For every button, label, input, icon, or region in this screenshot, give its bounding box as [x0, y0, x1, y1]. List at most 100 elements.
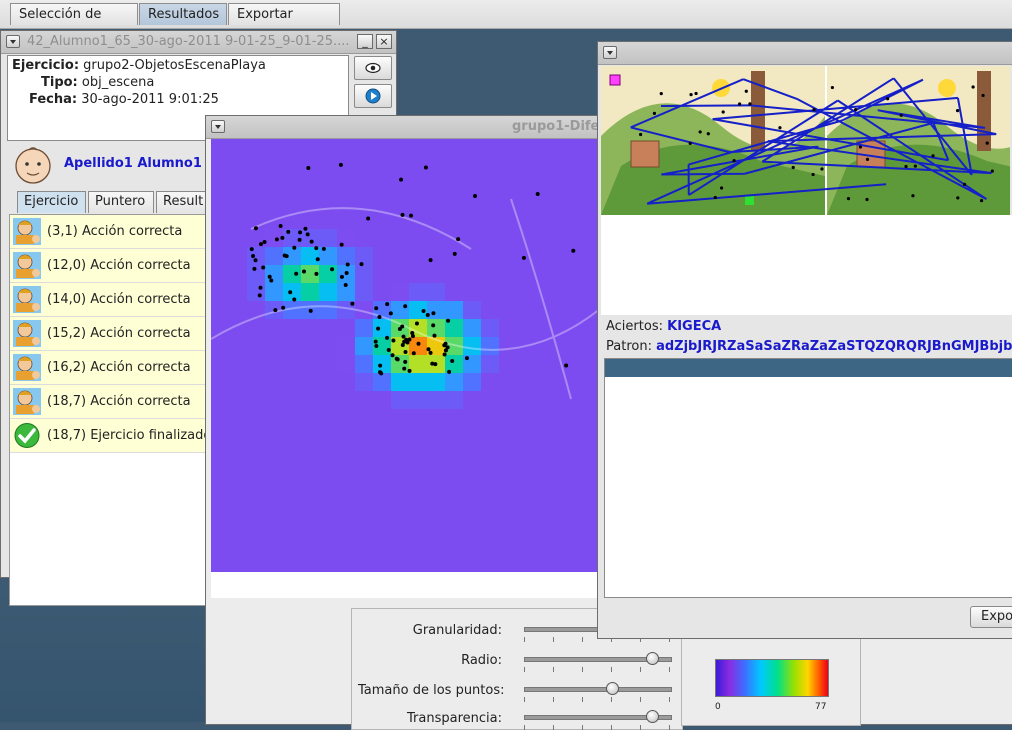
heatmap-window-title: grupo1-Dife — [512, 119, 600, 134]
transparency-slider-knob[interactable] — [646, 710, 660, 723]
slider-tick — [582, 725, 583, 730]
type-value: obj_escena — [81, 75, 155, 90]
log-window-titlebar[interactable]: 42_Alumno1_65_30-ago-2011 9-01-25_9-01-2… — [1, 31, 396, 54]
child-face-icon — [13, 320, 41, 347]
slider-tick — [524, 697, 525, 702]
eye-icon — [365, 62, 381, 74]
baby-face-icon — [15, 147, 51, 184]
window-menu-button[interactable] — [211, 120, 225, 133]
window-menu-button[interactable] — [6, 35, 20, 48]
path-blank-area — [601, 215, 1012, 315]
slider-tick — [582, 667, 583, 672]
heatmap-image — [211, 139, 600, 572]
child-face-icon — [13, 388, 41, 415]
slider-tick — [553, 697, 554, 702]
slider-tick — [669, 697, 670, 702]
slider-tick — [669, 667, 670, 672]
heatmap-canvas[interactable] — [211, 139, 600, 572]
slider-tick — [524, 725, 525, 730]
slider-tick — [524, 637, 525, 642]
pattern-label: Patron: — [606, 339, 652, 354]
list-item[interactable]: (3,1) Acción correcta — [10, 215, 210, 249]
hits-label: Aciertos: — [606, 319, 663, 334]
minimize-button[interactable]: _ — [357, 34, 373, 49]
path-pattern-window: Aciertos: KIGECA Patron: adZjbJRJRZaSaSa… — [597, 41, 1012, 639]
color-scale-bar — [715, 659, 829, 697]
list-item-label: (18,7) Acción correcta — [47, 394, 191, 409]
list-item[interactable]: (14,0) Acción correcta — [10, 283, 210, 317]
window-menu-button[interactable] — [603, 46, 617, 59]
slider-tick — [553, 667, 554, 672]
pattern-list[interactable] — [604, 358, 1012, 598]
main-tab-bar: Selección de logs Resultados Exportar da… — [0, 0, 1012, 44]
transparency-label: Transparencia: — [407, 711, 502, 726]
student-avatar — [9, 144, 57, 186]
child-face-icon — [13, 218, 41, 245]
slider-tick — [640, 725, 641, 730]
list-item[interactable]: (15,2) Acción correcta — [10, 317, 210, 351]
child-face-icon — [13, 252, 41, 279]
radius-slider-knob[interactable] — [646, 652, 660, 665]
slider-tick — [582, 637, 583, 642]
granularity-label: Granularidad: — [412, 623, 502, 638]
slider-tick — [611, 725, 612, 730]
slider-tick — [611, 667, 612, 672]
exercise-label: Ejercicio: — [12, 58, 80, 73]
list-item-label: (15,2) Acción correcta — [47, 326, 191, 341]
path-window-titlebar[interactable] — [598, 42, 1012, 65]
slider-tick — [640, 667, 641, 672]
list-item-label: (14,0) Acción correcta — [47, 292, 191, 307]
child-face-icon — [13, 354, 41, 381]
list-item[interactable]: (12,0) Acción correcta — [10, 249, 210, 283]
scene-path-thumbnails — [601, 66, 1010, 215]
list-item-label: (16,2) Acción correcta — [47, 360, 191, 375]
tab-pointer[interactable]: Puntero — [88, 191, 154, 213]
radius-label: Radio: — [461, 653, 502, 668]
slider-tick — [669, 725, 670, 730]
child-face-icon — [13, 286, 41, 313]
list-item[interactable]: (18,7) Ejercicio finalizado — [10, 419, 210, 453]
slider-tick — [640, 697, 641, 702]
exercise-value: grupo2-ObjetosEscenaPlaya — [83, 58, 266, 73]
play-button[interactable] — [354, 84, 392, 108]
tab-results-detail[interactable]: Result — [156, 191, 212, 213]
list-item[interactable]: (18,7) Acción correcta — [10, 385, 210, 419]
slider-tick — [611, 697, 612, 702]
slider-tick — [553, 725, 554, 730]
list-item-label: (12,0) Acción correcta — [47, 258, 191, 273]
tab-results[interactable]: Resultados — [139, 3, 227, 25]
point-size-slider-track[interactable] — [524, 687, 672, 692]
point-size-slider-knob[interactable] — [605, 682, 619, 695]
legend-max: 77 — [815, 702, 827, 712]
tab-log-selection[interactable]: Selección de logs — [10, 3, 138, 44]
type-label: Tipo: — [41, 75, 78, 90]
list-item-label: (18,7) Ejercicio finalizado — [47, 428, 211, 443]
view-eye-button[interactable] — [354, 56, 392, 80]
slider-tick — [524, 667, 525, 672]
check-icon — [14, 423, 40, 448]
hits-value: KIGECA — [667, 319, 722, 334]
action-list: (3,1) Acción correcta (12,0) Acción corre… — [9, 214, 211, 606]
slider-tick — [582, 697, 583, 702]
date-value: 30-ago-2011 9:01:25 — [81, 92, 219, 107]
color-legend-panel: 0 77 — [681, 634, 861, 726]
log-window-title: 42_Alumno1_65_30-ago-2011 9-01-25_9-01-2… — [27, 34, 350, 49]
pointer-path-image — [601, 66, 1010, 215]
pattern-value: adZjbJRJRZaSaSaZRaZaZaSTQZQRQRJBnGMJBbjb… — [656, 339, 1012, 354]
slider-tick — [553, 637, 554, 642]
tab-exercise[interactable]: Ejercicio — [17, 191, 86, 213]
tab-export-data[interactable]: Exportar datos — [228, 3, 340, 44]
point-size-label: Tamaño de los puntos: — [358, 683, 505, 698]
list-item[interactable]: (16,2) Acción correcta — [10, 351, 210, 385]
play-icon — [365, 88, 381, 104]
date-label: Fecha: — [29, 92, 78, 107]
pattern-list-selected-row[interactable] — [605, 359, 1012, 377]
export-button[interactable]: Expo — [970, 606, 1012, 628]
close-button[interactable]: × — [376, 34, 392, 49]
legend-min: 0 — [715, 702, 721, 712]
hits-line: Aciertos: KIGECA — [606, 319, 721, 334]
list-item-label: (3,1) Acción correcta — [47, 224, 183, 239]
student-name: Apellido1 Alumno1 — [64, 156, 202, 171]
pattern-line: Patron: adZjbJRJRZaSaSaZRaZaZaSTQZQRQRJB… — [606, 339, 1012, 354]
heatmap-footer — [211, 572, 600, 598]
